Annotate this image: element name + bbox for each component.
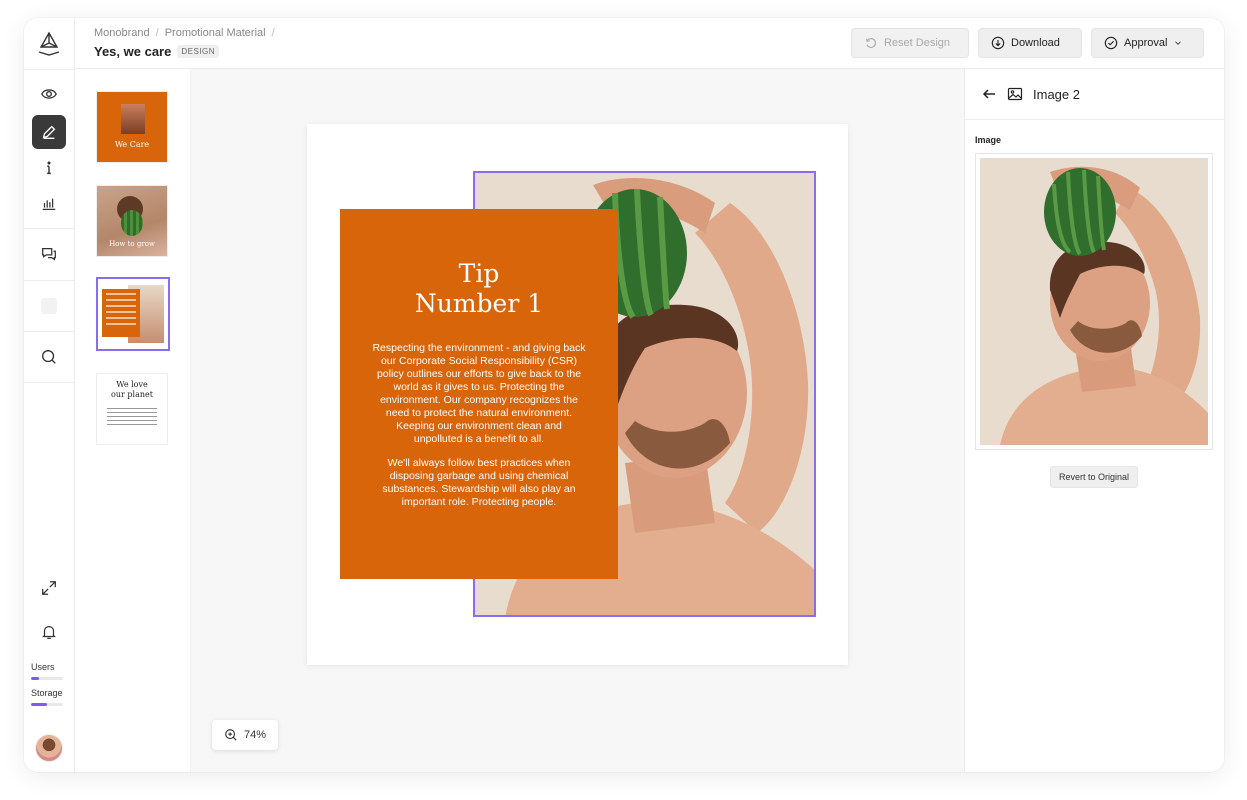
- thumbnail-orange-card: [102, 289, 140, 337]
- approval-label: Approval: [1124, 37, 1168, 49]
- brand-logo-icon[interactable]: [35, 30, 63, 58]
- header: Monobrand / Promotional Material / Yes, …: [75, 18, 1224, 69]
- storage-label: Storage: [31, 688, 63, 698]
- breadcrumb-item-promotional-material[interactable]: Promotional Material: [165, 27, 266, 39]
- thumbnail-label: How to grow: [109, 240, 155, 248]
- breadcrumb-item-monobrand[interactable]: Monobrand: [94, 27, 150, 39]
- zoom-control[interactable]: 74%: [212, 720, 279, 750]
- undo-icon: [866, 38, 877, 48]
- thumbnail-page-2[interactable]: How to grow: [96, 185, 168, 257]
- disabled-tool-icon: [32, 289, 66, 323]
- title-row: Yes, we care DESIGN: [94, 44, 220, 59]
- thumbnail-page-3[interactable]: [96, 277, 170, 351]
- search-icon[interactable]: [32, 340, 66, 374]
- back-arrow-icon[interactable]: [981, 86, 997, 102]
- breadcrumb-separator: /: [271, 27, 275, 39]
- approval-dropdown[interactable]: Approval: [1091, 28, 1204, 58]
- tip-title-line2: Number 1: [414, 289, 544, 318]
- image-icon: [1007, 87, 1023, 101]
- image-preview[interactable]: [975, 153, 1213, 450]
- info-icon[interactable]: [32, 151, 66, 185]
- tip-paragraph-1: Respecting the environment - and giving …: [372, 342, 586, 445]
- tip-title: Tip Number 1: [340, 259, 618, 319]
- breadcrumb: Monobrand / Promotional Material /: [94, 27, 275, 39]
- download-button[interactable]: Download: [978, 28, 1082, 58]
- thumbnail-text-lines: [107, 408, 157, 428]
- image-preview-photo: [980, 158, 1208, 445]
- design-page[interactable]: Tip Number 1 Respecting the environment …: [307, 124, 848, 665]
- page-title: Yes, we care: [94, 44, 172, 59]
- expand-icon[interactable]: [32, 571, 66, 605]
- users-usage-bar: [31, 677, 63, 680]
- check-circle-icon: [1104, 36, 1118, 50]
- thumbnail-label: We love our planet: [97, 380, 167, 400]
- app-window: Users Storage Monobrand / Promotional Ma…: [24, 18, 1224, 772]
- tip-title-line1: Tip: [458, 259, 500, 288]
- properties-panel: Image 2 Image Revert to Original: [964, 69, 1224, 772]
- tip-paragraph-2: We'll always follow best practices when …: [382, 457, 576, 508]
- man-with-watermelon-preview: [980, 158, 1208, 445]
- thumbnail-label: We Care: [114, 140, 150, 149]
- user-avatar[interactable]: [35, 734, 63, 762]
- image-field-label: Image: [975, 135, 1002, 145]
- revert-to-original-button[interactable]: Revert to Original: [1050, 466, 1139, 488]
- download-icon: [991, 36, 1005, 50]
- notifications-bell-icon[interactable]: [32, 615, 66, 649]
- panel-header: Image 2: [965, 69, 1224, 120]
- users-label: Users: [31, 662, 55, 672]
- page-thumbnails: We Care How to grow We love our planet: [75, 69, 191, 772]
- thumbnail-page-4[interactable]: We love our planet: [96, 373, 168, 445]
- breadcrumb-separator: /: [155, 27, 159, 39]
- chevron-down-icon: [1175, 41, 1182, 45]
- tip-card[interactable]: Tip Number 1 Respecting the environment …: [340, 209, 618, 579]
- thumbnail-label-line2: our planet: [111, 390, 153, 399]
- storage-usage-bar: [31, 703, 63, 706]
- thumbnail-page-1[interactable]: We Care: [96, 91, 168, 163]
- analytics-bars-icon[interactable]: [32, 187, 66, 221]
- users-usage-fill: [31, 677, 39, 680]
- reset-design-button[interactable]: Reset Design: [851, 28, 969, 58]
- thumbnail-photo: [121, 104, 145, 134]
- design-canvas[interactable]: Tip Number 1 Respecting the environment …: [191, 69, 964, 772]
- comments-icon[interactable]: [32, 237, 66, 271]
- tip-body: Respecting the environment - and giving …: [372, 342, 586, 509]
- zoom-value: 74%: [244, 729, 267, 741]
- users-usage: Users: [31, 662, 63, 680]
- preview-eye-icon[interactable]: [32, 77, 66, 111]
- download-label: Download: [1011, 37, 1060, 49]
- zoom-in-icon: [225, 729, 237, 741]
- storage-usage-fill: [31, 703, 47, 706]
- reset-design-label: Reset Design: [884, 37, 951, 49]
- thumbnail-label-line1: We love: [116, 380, 148, 389]
- edit-pen-icon[interactable]: [32, 115, 66, 149]
- thumbnail-watermelon: [121, 210, 143, 236]
- design-badge: DESIGN: [177, 45, 220, 58]
- left-rail: Users Storage: [24, 18, 75, 772]
- panel-title: Image 2: [1033, 86, 1080, 102]
- storage-usage: Storage: [31, 688, 63, 706]
